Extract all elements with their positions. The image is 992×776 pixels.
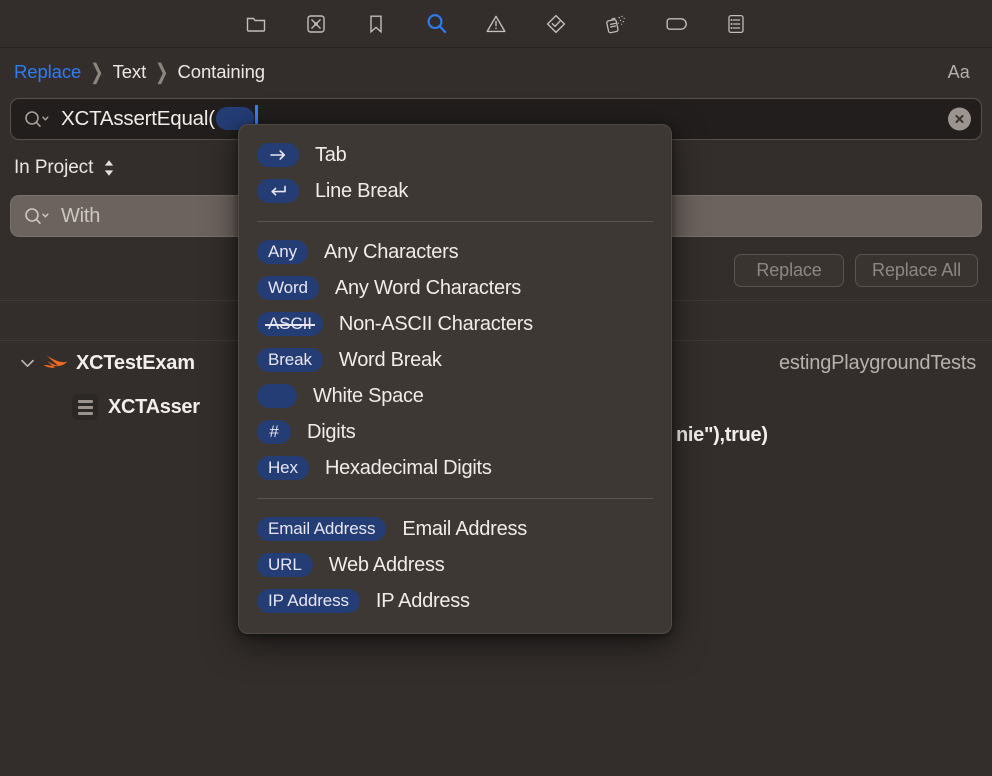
breadcrumb: Replace ❯ Text ❯ Containing Aa: [0, 48, 992, 96]
menu-item-label: Email Address: [402, 517, 527, 540]
menu-item-digits[interactable]: # Digits: [239, 414, 671, 450]
menu-item-tab[interactable]: Tab: [239, 137, 671, 173]
replace-input-placeholder: With: [61, 204, 101, 227]
result-match-snippet: XCTAsser: [108, 396, 200, 419]
replace-button[interactable]: Replace: [734, 253, 845, 287]
menu-item-label: Hexadecimal Digits: [324, 456, 492, 479]
menu-item-label: White Space: [313, 384, 424, 407]
return-arrow-pill-icon: [257, 179, 299, 203]
menu-item-label: IP Address: [375, 589, 470, 612]
case-sensitivity-button[interactable]: Aa: [940, 60, 978, 85]
word-pill-badge: Word: [257, 276, 319, 300]
menu-item-label: Web Address: [328, 553, 445, 576]
menu-item-label: Any Characters: [324, 240, 459, 263]
replace-all-button[interactable]: Replace All: [855, 253, 978, 287]
menu-item-label: Digits: [307, 420, 356, 443]
search-icon[interactable]: [23, 206, 49, 226]
break-pill-badge: Break: [257, 348, 323, 372]
up-down-chevron-icon[interactable]: [103, 159, 115, 177]
text-match-icon: [72, 394, 98, 420]
divider: [257, 498, 653, 499]
menu-item-non-ascii-characters[interactable]: ASCII Non-ASCII Characters: [239, 306, 671, 342]
menu-item-label: Tab: [315, 143, 347, 166]
menu-item-label: Word Break: [338, 348, 442, 371]
navigator-toolbar: [0, 0, 992, 48]
digits-pill-badge: #: [257, 420, 291, 444]
menu-item-white-space[interactable]: White Space: [239, 378, 671, 414]
url-pill-badge: URL: [257, 553, 313, 577]
result-file-name: XCTestExam: [76, 351, 195, 374]
menu-item-hexadecimal-digits[interactable]: Hex Hexadecimal Digits: [239, 450, 671, 486]
search-input-value: XCTAssertEqual(: [61, 107, 215, 130]
breadcrumb-separator: ❯: [155, 61, 169, 85]
menu-item-any-word-characters[interactable]: Word Any Word Characters: [239, 270, 671, 306]
menu-item-web-address[interactable]: URL Web Address: [239, 547, 671, 583]
breadcrumb-item-containing[interactable]: Containing: [178, 61, 266, 83]
match-snippet-head: XCTAsser: [108, 395, 200, 418]
menu-item-line-break[interactable]: Line Break: [239, 173, 671, 209]
menu-item-label: Non-ASCII Characters: [338, 312, 533, 335]
hex-pill-badge: Hex: [257, 456, 309, 480]
project-navigator-icon[interactable]: [236, 8, 276, 40]
search-icon[interactable]: [23, 109, 49, 129]
email-address-pill-badge: Email Address: [257, 517, 387, 541]
clear-search-button[interactable]: [948, 107, 971, 131]
bookmark-navigator-icon[interactable]: [356, 8, 396, 40]
spray-can-debug-icon[interactable]: [596, 8, 636, 40]
breadcrumb-separator: ❯: [90, 61, 104, 85]
divider: [257, 221, 653, 222]
breadcrumb-item-replace[interactable]: Replace: [14, 61, 81, 83]
result-file-target: estingPlaygroundTests: [778, 351, 976, 374]
menu-item-label: Line Break: [315, 179, 409, 202]
ascii-strikethrough-pill-badge: ASCII: [257, 312, 323, 336]
test-navigator-icon[interactable]: [296, 8, 336, 40]
menu-item-word-break[interactable]: Break Word Break: [239, 342, 671, 378]
ip-address-pill-badge: IP Address: [257, 589, 360, 613]
checkmark-diamond-icon[interactable]: [536, 8, 576, 40]
report-navigator-icon[interactable]: [716, 8, 756, 40]
menu-item-any-characters[interactable]: Any Any Characters: [239, 234, 671, 270]
xcode-find-navigator: Replace ❯ Text ❯ Containing Aa XCTAssert…: [0, 0, 992, 776]
breadcrumb-item-text[interactable]: Text: [113, 61, 147, 83]
find-navigator-icon[interactable]: [416, 8, 456, 40]
chevron-down-icon[interactable]: [18, 354, 36, 372]
pattern-insert-menu[interactable]: Tab Line Break Any Any Characters Word A…: [238, 124, 672, 634]
swift-file-icon: [42, 350, 68, 376]
tab-arrow-pill-icon: [257, 143, 299, 167]
issue-navigator-icon[interactable]: [476, 8, 516, 40]
menu-item-label: Any Word Characters: [334, 276, 521, 299]
tag-label-icon[interactable]: [656, 8, 696, 40]
any-pill-badge: Any: [257, 240, 308, 264]
scope-selector-label: In Project: [14, 157, 94, 178]
menu-item-email-address[interactable]: Email Address Email Address: [239, 511, 671, 547]
whitespace-pill-badge: [257, 384, 297, 408]
menu-item-ip-address[interactable]: IP Address IP Address: [239, 583, 671, 619]
